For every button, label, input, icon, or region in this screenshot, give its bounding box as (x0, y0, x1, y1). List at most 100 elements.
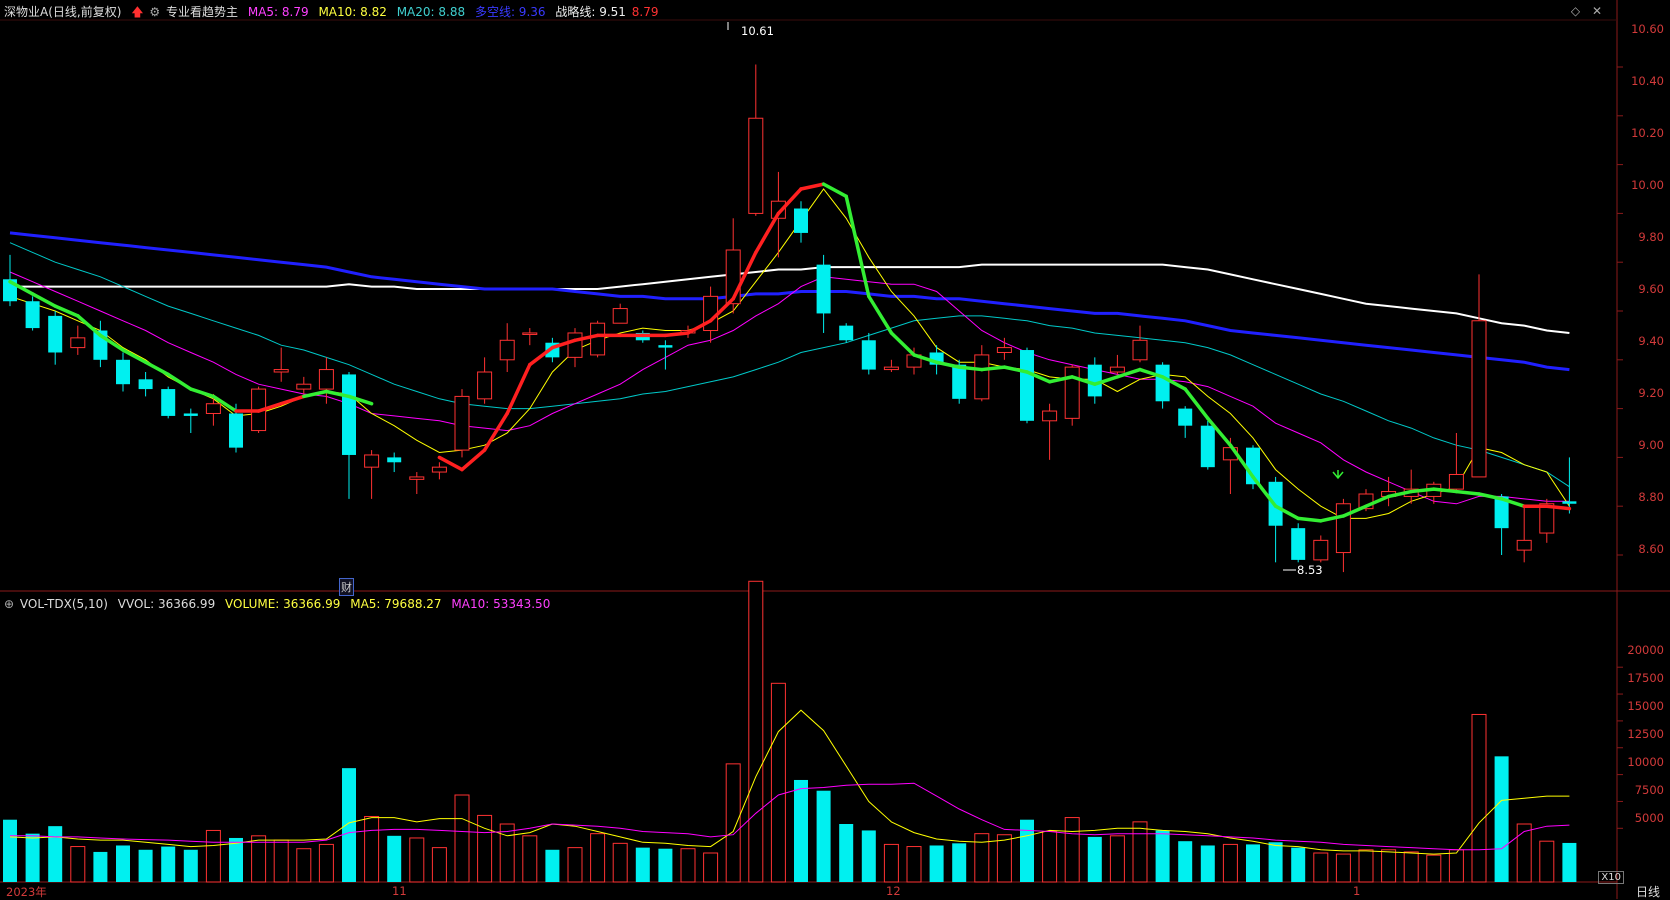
ma20-value: MA20: 8.88 (396, 5, 466, 19)
volume-tick: 10000 (1627, 755, 1664, 769)
trend-segment (754, 211, 781, 255)
diamond-icon[interactable]: ◇ (1571, 4, 1580, 18)
volume-bar-up (273, 839, 289, 883)
volume-bar-up (1381, 849, 1397, 883)
volume-bar-down (1246, 844, 1260, 882)
volume-bar-down (1178, 841, 1193, 882)
trend-segment (143, 360, 170, 377)
trend-segment (1296, 516, 1323, 523)
volume-bar-up (1222, 843, 1238, 883)
trend-segment (505, 362, 532, 416)
stock-chart[interactable] (0, 0, 1670, 899)
trend-segment (189, 387, 216, 399)
price-tick: 10.40 (1631, 74, 1664, 88)
candle-body-up (1109, 366, 1125, 373)
volume-bar-up (318, 843, 334, 883)
trend-segment (482, 411, 509, 452)
candle-body-down (1562, 501, 1577, 504)
price-tick: 10.20 (1631, 126, 1664, 140)
candle-body-up (703, 295, 719, 332)
candle-body-up (1064, 366, 1080, 419)
volume-bars (3, 580, 1577, 883)
volume-bar-up (477, 814, 493, 883)
indicator-name[interactable]: 专业看趋势主 (166, 5, 238, 19)
volume-bar-down (229, 837, 243, 882)
volume-bar-up (1132, 821, 1148, 883)
volume-expand-icon[interactable]: ⊕ (4, 597, 14, 611)
candle-body-up (409, 476, 425, 480)
date-tick: 1 (1353, 884, 1361, 898)
date-tick: 12 (886, 884, 901, 898)
price-tick: 9.80 (1638, 230, 1664, 244)
last-price: 8.79 (631, 5, 659, 19)
volume-bar-up (454, 794, 470, 883)
trend-segment (1454, 489, 1481, 496)
candle-body-up (612, 308, 628, 324)
candle-body-up (883, 366, 899, 371)
price-tick: 9.20 (1638, 386, 1664, 400)
volume-bar-up (1426, 854, 1442, 883)
candle-body-down (116, 359, 130, 385)
volume-bar-down (116, 845, 130, 882)
stock-name[interactable]: 深物业A(日线,前复权) (4, 5, 121, 19)
volume-bar-up (409, 837, 425, 883)
volume-bar-down (1562, 842, 1577, 882)
volume-indicator-name[interactable]: VOL-TDX(5,10) (20, 597, 108, 611)
volume-header: ⊕ VOL-TDX(5,10) VVOL: 36366.99 VOLUME: 3… (4, 596, 556, 612)
close-icon[interactable]: ✕ (1592, 4, 1602, 18)
candle-body-down (229, 413, 243, 448)
candle-body-down (1291, 528, 1306, 560)
candle-body-down (1200, 425, 1215, 468)
candle-body-up (318, 369, 334, 390)
volume-bar-up (703, 852, 719, 883)
volume-bar-down (387, 835, 402, 882)
candle-body-down (342, 374, 356, 455)
candle-body-down (48, 315, 63, 353)
trend-segment (844, 194, 871, 299)
candle-body-up (1471, 320, 1487, 478)
gear-icon[interactable]: ⚙ (149, 5, 160, 19)
volume-bar-up (296, 848, 312, 883)
price-tick: 10.60 (1631, 22, 1664, 36)
scale-tag[interactable]: X10 (1598, 871, 1624, 884)
candle-body-up (748, 117, 764, 214)
candle-body-up (522, 332, 538, 335)
chart-frame (0, 0, 1670, 899)
volume-bar-down (839, 824, 854, 882)
candle-body-up (364, 454, 380, 468)
volume-tick: 15000 (1627, 699, 1664, 713)
candle-body-up (567, 332, 583, 358)
candle-body-down (658, 345, 673, 348)
candle-body-up (1335, 503, 1351, 554)
zhanlue-value: 战略线: 9.51 (555, 5, 626, 19)
duokong-value: 多空线: 9.36 (474, 5, 546, 19)
volume-value: VOLUME: 36366.99 (225, 597, 341, 611)
volume-bar-down (658, 848, 673, 882)
trend-segment (799, 182, 826, 191)
volume-bar-up (770, 682, 786, 883)
volume-ma5-line (9, 709, 1570, 855)
vol-ma10-value: MA10: 53343.50 (451, 597, 551, 611)
volume-bar-up (1313, 852, 1329, 883)
volume-bar-down (342, 768, 356, 882)
finance-tag[interactable]: 财 (339, 578, 354, 596)
up-arrow-icon: 🡅 (131, 5, 144, 19)
volume-bar-up (725, 763, 741, 883)
volume-bar-up (906, 846, 922, 883)
candle-body-up (1448, 473, 1464, 490)
volume-bar-up (1539, 840, 1555, 883)
volume-bar-up (996, 834, 1012, 883)
volume-bar-up (567, 847, 583, 883)
volume-tick: 7500 (1634, 783, 1664, 797)
trend-segment (1477, 492, 1504, 501)
volume-bar-up (1064, 817, 1080, 883)
period-button[interactable]: 日线 (1636, 883, 1660, 900)
volume-bar-down (48, 826, 63, 882)
ma5-line (9, 188, 1570, 519)
candle-body-up (477, 371, 493, 400)
volume-bar-down (161, 846, 176, 882)
volume-ma-lines (9, 709, 1570, 855)
price-tick: 8.80 (1638, 490, 1664, 504)
candlesticks (3, 64, 1577, 573)
price-tick: 9.40 (1638, 334, 1664, 348)
